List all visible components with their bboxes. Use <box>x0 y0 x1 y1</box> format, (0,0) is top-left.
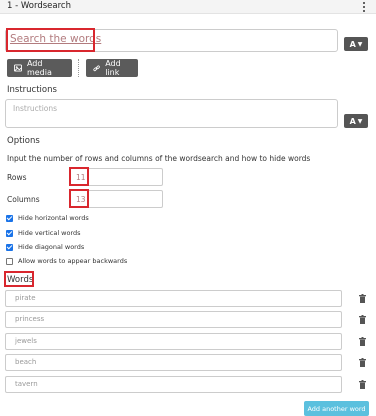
columns-label: Columns <box>7 195 40 204</box>
columns-highlight-box <box>69 189 89 208</box>
rows-highlight-box <box>69 167 89 186</box>
checkbox-checked[interactable] <box>6 229 13 237</box>
font-letter: A <box>349 116 356 126</box>
word-text: pirate <box>15 294 36 302</box>
add-media-label: Add media <box>26 59 52 77</box>
editor-header: 1 - Wordsearch <box>0 0 376 14</box>
instructions-font-button[interactable]: A ▼ <box>344 114 368 128</box>
options-label: Options <box>7 136 40 146</box>
checkbox-hide-horizontal[interactable]: Hide horizontal words <box>6 214 89 222</box>
checkbox-checked[interactable] <box>6 214 13 222</box>
chevron-down-icon: ▼ <box>357 40 363 48</box>
link-icon <box>93 64 100 71</box>
word-text: beach <box>15 358 37 366</box>
instructions-label: Instructions <box>7 85 57 95</box>
rows-label: Rows <box>7 173 27 182</box>
trash-icon[interactable] <box>359 380 366 389</box>
options-description: Input the number of rows and columns of … <box>7 154 311 163</box>
checkbox-label: Hide vertical words <box>18 229 81 237</box>
title-highlight-box <box>6 28 95 52</box>
word-input[interactable]: tavern <box>5 376 342 393</box>
word-input[interactable]: princess <box>5 311 342 328</box>
add-media-button[interactable]: Add media <box>7 59 72 77</box>
checkbox-checked[interactable] <box>6 243 13 251</box>
trash-icon[interactable] <box>359 337 366 346</box>
checkbox-label: Hide diagonal words <box>18 243 85 251</box>
toolbar-divider <box>78 59 79 77</box>
image-icon <box>14 64 22 72</box>
checkbox-label: Allow words to appear backwards <box>18 257 128 265</box>
add-link-button[interactable]: Add link <box>86 59 138 77</box>
font-letter: A <box>349 39 356 49</box>
checkbox-hide-vertical[interactable]: Hide vertical words <box>6 229 81 237</box>
trash-icon[interactable] <box>359 358 366 367</box>
word-input[interactable]: beach <box>5 354 342 371</box>
kebab-menu-icon[interactable] <box>362 2 366 12</box>
trash-icon[interactable] <box>359 294 366 303</box>
word-text: jewels <box>15 337 37 345</box>
add-link-label: Add link <box>105 59 121 77</box>
instructions-placeholder: Instructions <box>13 104 58 113</box>
chevron-down-icon: ▼ <box>357 117 363 125</box>
editor-title: 1 - Wordsearch <box>7 1 71 11</box>
checkbox-unchecked[interactable] <box>6 257 13 265</box>
word-text: princess <box>15 315 45 323</box>
checkbox-hide-diagonal[interactable]: Hide diagonal words <box>6 243 84 251</box>
word-input[interactable]: jewels <box>5 333 342 350</box>
word-input[interactable]: pirate <box>5 290 342 307</box>
add-another-word-button[interactable]: Add another word <box>304 401 369 416</box>
words-highlight-box <box>4 271 34 287</box>
word-text: tavern <box>15 380 38 388</box>
checkbox-allow-backwards[interactable]: Allow words to appear backwards <box>6 257 127 265</box>
trash-icon[interactable] <box>359 315 366 324</box>
title-font-button[interactable]: A ▼ <box>344 37 368 51</box>
checkbox-label: Hide horizontal words <box>18 214 89 222</box>
instructions-textarea[interactable]: Instructions <box>5 99 338 128</box>
